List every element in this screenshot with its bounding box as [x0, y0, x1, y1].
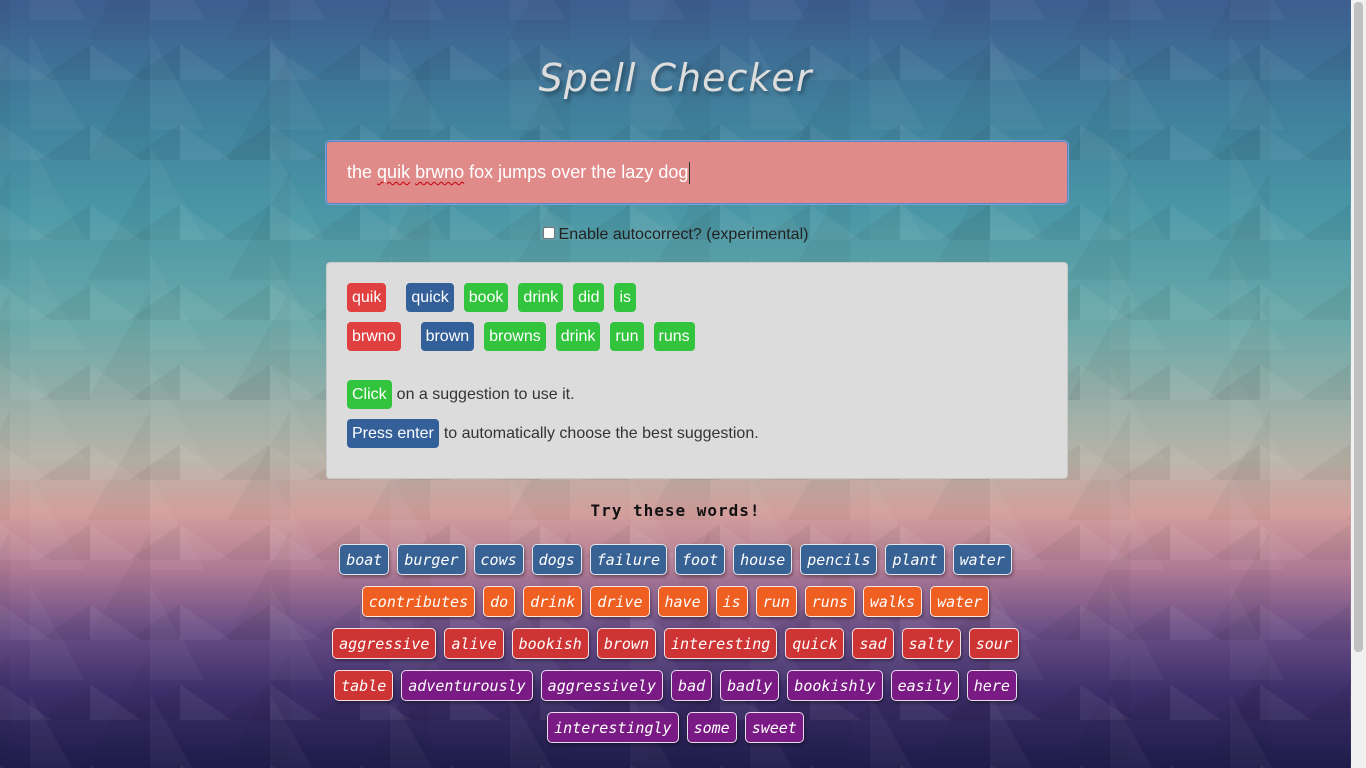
word-tag-button[interactable]: water — [930, 586, 990, 617]
word-tag-button[interactable]: sweet — [744, 712, 804, 743]
word-tag-button[interactable]: burger — [397, 544, 466, 575]
word-tag-button[interactable]: bookish — [511, 628, 589, 659]
help-enter-line: Press enter to automatically choose the … — [347, 419, 759, 448]
misspelled-word-chip: brwno — [347, 322, 401, 351]
help-enter-text: to automatically choose the best suggest… — [443, 424, 759, 442]
scrollbar-thumb[interactable] — [1354, 2, 1363, 652]
word-tag-button[interactable]: interestingly — [547, 712, 679, 743]
misspelled-word: brwno — [415, 162, 465, 182]
suggestion-row: brwno brown browns drink run runs — [347, 322, 695, 351]
autocorrect-label: Enable autocorrect? (experimental) — [558, 226, 809, 243]
word-tag-button[interactable]: runs — [804, 586, 855, 617]
help-click-chip: Click — [347, 380, 392, 409]
word-tag-button[interactable]: contributes — [361, 586, 476, 617]
autocorrect-checkbox[interactable] — [542, 227, 555, 239]
word-tag-button[interactable]: water — [952, 544, 1012, 575]
word-tag-button[interactable]: table — [334, 670, 394, 701]
word-tag-button[interactable]: easily — [890, 670, 959, 701]
misspelled-word-chip: quik — [347, 283, 387, 312]
word-tag-button[interactable]: drink — [523, 586, 583, 617]
suggestion-chip[interactable]: runs — [653, 322, 695, 351]
best-suggestion-chip[interactable]: brown — [420, 322, 475, 351]
word-tag-button[interactable]: alive — [444, 628, 504, 659]
word-tag-button[interactable]: some — [686, 712, 737, 743]
word-tag-button[interactable]: brown — [596, 628, 656, 659]
suggestion-row: quik quick book drink did is — [347, 283, 637, 312]
word-tag-button[interactable]: dogs — [531, 544, 582, 575]
suggestion-chip[interactable]: browns — [484, 322, 546, 351]
word-tag-button[interactable]: house — [733, 544, 793, 575]
word-row: interestingly some sweet — [0, 712, 1351, 743]
word-tag-button[interactable]: have — [657, 586, 708, 617]
word-tag-button[interactable]: interesting — [663, 628, 778, 659]
best-suggestion-chip[interactable]: quick — [406, 283, 454, 312]
suggestion-chip[interactable]: drink — [555, 322, 601, 351]
word-tag-button[interactable]: boat — [339, 544, 390, 575]
word-tag-button[interactable]: aggressive — [332, 628, 437, 659]
input-word: lazy — [621, 162, 654, 182]
word-tag-button[interactable]: foot — [674, 544, 726, 575]
word-tag-button[interactable]: failure — [589, 544, 667, 575]
word-tag-button[interactable]: cows — [473, 544, 524, 575]
word-row: table adventurously aggressively bad badly bo… — [0, 670, 1351, 701]
word-tag-button[interactable]: salty — [901, 628, 961, 659]
input-word: the — [591, 162, 617, 182]
word-tag-button[interactable]: run — [755, 586, 797, 617]
text-caret — [689, 161, 691, 184]
word-row: contributes do drink drive have is run runs walk… — [0, 586, 1351, 617]
word-tag-button[interactable]: pencils — [800, 544, 878, 575]
suggestion-chip[interactable]: is — [614, 283, 637, 312]
word-tag-button[interactable]: sour — [968, 628, 1019, 659]
help-enter-chip: Press enter — [347, 419, 439, 448]
page-title: Spell Checker — [538, 56, 813, 100]
input-word: over — [551, 162, 587, 182]
word-tag-button[interactable]: drive — [590, 586, 650, 617]
word-tag-button[interactable]: do — [483, 586, 516, 617]
word-tag-button[interactable]: here — [966, 670, 1017, 701]
suggestion-chip[interactable]: book — [463, 283, 509, 312]
input-word: the — [347, 162, 373, 182]
word-tag-button[interactable]: is — [715, 586, 748, 617]
input-word: fox — [469, 162, 494, 182]
word-tag-button[interactable]: walks — [862, 586, 923, 617]
word-tag-button[interactable]: plant — [885, 544, 945, 575]
suggestion-chip[interactable]: run — [610, 322, 644, 351]
word-tag-button[interactable]: badly — [720, 670, 780, 701]
text-input[interactable]: the quik brwno fox jumps over the lazy d… — [326, 141, 1068, 204]
autocorrect-option[interactable]: Enable autocorrect? (experimental) — [0, 226, 1351, 244]
word-tag-button[interactable]: aggressively — [540, 670, 664, 701]
help-click-line: Click on a suggestion to use it. — [347, 380, 575, 409]
word-row: boat burger cows dogs failure foot house pencil… — [0, 544, 1351, 575]
try-words-title: Try these words! — [590, 501, 761, 520]
input-word: dog — [658, 162, 689, 182]
misspelled-word: quik — [377, 162, 411, 182]
word-tag-button[interactable]: sad — [852, 628, 894, 659]
suggestion-chip[interactable]: drink — [518, 283, 564, 312]
input-word: jumps — [498, 162, 547, 182]
word-tag-button[interactable]: bookishly — [787, 670, 883, 701]
suggestion-chip[interactable]: did — [573, 283, 605, 312]
help-click-text: on a suggestion to use it. — [396, 385, 575, 403]
word-row: aggressive alive bookish brown interesting qu… — [0, 628, 1351, 659]
word-tag-button[interactable]: bad — [671, 670, 713, 701]
word-tag-button[interactable]: quick — [785, 628, 845, 659]
suggestions-panel: quik quick book drink did is brwno brown browns… — [326, 262, 1068, 479]
word-tag-button[interactable]: adventurously — [401, 670, 533, 701]
scrollbar[interactable] — [1351, 0, 1366, 768]
